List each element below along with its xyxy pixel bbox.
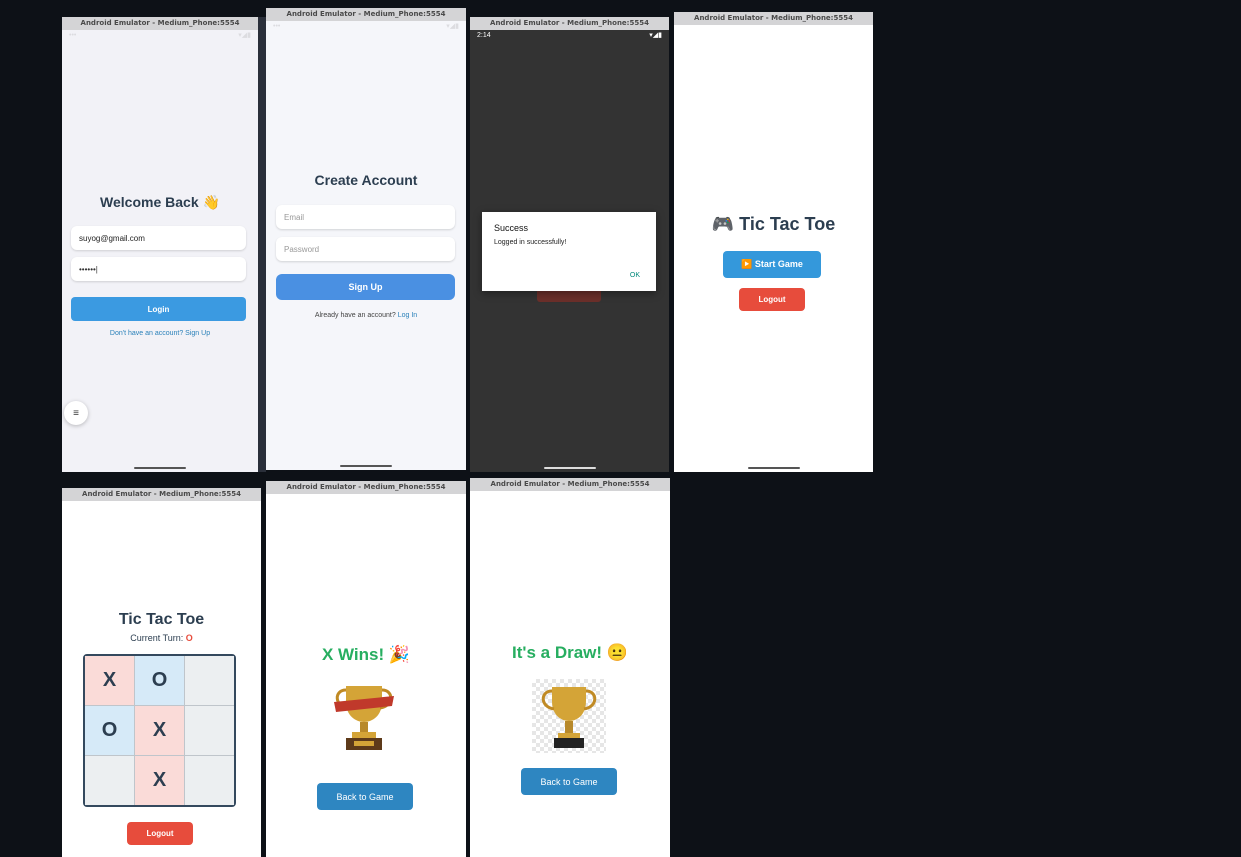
signup-button[interactable]: Sign Up [276,274,455,300]
status-bar: ••• ▾◢▮ [273,23,459,30]
logout-button[interactable]: Logout [739,288,805,311]
logout-label: Logout [146,829,174,838]
status-bar: ••• ▾◢▮ [69,32,251,39]
status-time: 2:14 [477,32,491,39]
result-heading: It's a Draw! 😐 [512,643,628,662]
game-screen: Tic Tac Toe Current Turn: O XOOXX Logout [62,501,261,857]
dialog-title: Success [494,223,529,233]
app-title: 🎮 Tic Tac Toe [711,214,836,234]
window-gap [258,17,266,472]
start-game-button[interactable]: ▶️ Start Game [723,251,821,278]
turn-label: Current Turn: [130,633,184,643]
emulator-window-game: Android Emulator - Medium_Phone:5554 Tic… [62,488,261,857]
logout-label: Logout [758,295,786,304]
alert-dialog: Success Logged in successfully! OK [482,212,656,291]
window-title: Android Emulator - Medium_Phone:5554 [62,488,261,501]
signup-screen: ••• ▾◢▮ Create Account Email Password Sig… [266,21,466,470]
password-field[interactable]: ••••••| [71,257,246,281]
board-cell[interactable]: O [85,706,134,755]
password-value: ••••••| [79,264,98,274]
back-to-game-button[interactable]: Back to Game [317,783,413,810]
game-board: XOOXX [83,654,236,807]
status-bar: 2:14 ▾◢▮ [477,32,662,39]
logout-button[interactable]: Logout [127,822,193,845]
window-title: Android Emulator - Medium_Phone:5554 [470,478,670,491]
win-screen: X Wins! 🎉 Back to Game [266,494,466,857]
emulator-window-draw: Android Emulator - Medium_Phone:5554 It'… [470,478,670,857]
login-link[interactable]: Log In [398,312,417,319]
page-title: Create Account [314,172,418,188]
password-field[interactable]: Password [276,237,455,261]
email-placeholder: Email [284,212,305,222]
board-cell[interactable]: O [135,656,184,705]
email-field[interactable]: Email [276,205,455,229]
window-title: Android Emulator - Medium_Phone:5554 [266,8,466,21]
board-cell[interactable]: X [85,656,134,705]
emulator-window-win: Android Emulator - Medium_Phone:5554 X W… [266,481,466,857]
board-cell[interactable] [185,656,234,705]
login-prompt: Already have an account? Log In [266,312,466,319]
menu-icon: ≡ [73,407,79,419]
trophy-image [328,680,400,754]
board-cell[interactable]: X [135,756,184,805]
emulator-window-dialog: Android Emulator - Medium_Phone:5554 2:1… [470,17,669,472]
turn-value: O [185,633,193,643]
dialog-screen: 2:14 ▾◢▮ Success Logged in successfully! … [470,30,669,472]
trophy-image [532,679,606,753]
password-placeholder: Password [284,244,320,254]
window-title: Android Emulator - Medium_Phone:5554 [470,17,669,30]
home-screen: 🎮 Tic Tac Toe ▶️ Start Game Logout [674,25,873,472]
home-indicator [747,467,800,469]
result-heading: X Wins! 🎉 [321,645,411,664]
email-value: suyog@gmail.com [79,233,145,243]
home-indicator [134,467,186,469]
menu-fab[interactable]: ≡ [64,401,88,425]
email-field[interactable]: suyog@gmail.com [71,226,246,250]
emulator-window-home: Android Emulator - Medium_Phone:5554 🎮 T… [674,12,873,472]
window-title: Android Emulator - Medium_Phone:5554 [266,481,466,494]
board-cell[interactable]: X [135,706,184,755]
login-prompt-text: Already have an account? [314,312,396,319]
signup-link[interactable]: Don't have an account? Sign Up [62,330,258,337]
home-indicator [340,465,392,467]
draw-screen: It's a Draw! 😐 Back to Game [470,491,670,857]
ok-button[interactable]: OK [630,272,640,279]
board-cell[interactable] [185,706,234,755]
window-title: Android Emulator - Medium_Phone:5554 [674,12,873,25]
back-to-game-button[interactable]: Back to Game [521,768,617,795]
emulator-window-signup: Android Emulator - Medium_Phone:5554 •••… [266,8,466,470]
turn-indicator: Current Turn: O [62,633,261,643]
home-indicator [543,467,596,469]
page-title: Welcome Back 👋 [100,194,220,210]
dialog-message: Logged in successfully! [494,239,567,246]
login-screen: ••• ▾◢▮ Welcome Back 👋 suyog@gmail.com ••… [62,30,258,472]
window-title: Android Emulator - Medium_Phone:5554 [62,17,258,30]
board-cell[interactable] [85,756,134,805]
board-cell[interactable] [185,756,234,805]
game-title: Tic Tac Toe [118,611,205,628]
login-button[interactable]: Login [71,297,246,321]
emulator-window-login: Android Emulator - Medium_Phone:5554 •••… [62,17,258,472]
